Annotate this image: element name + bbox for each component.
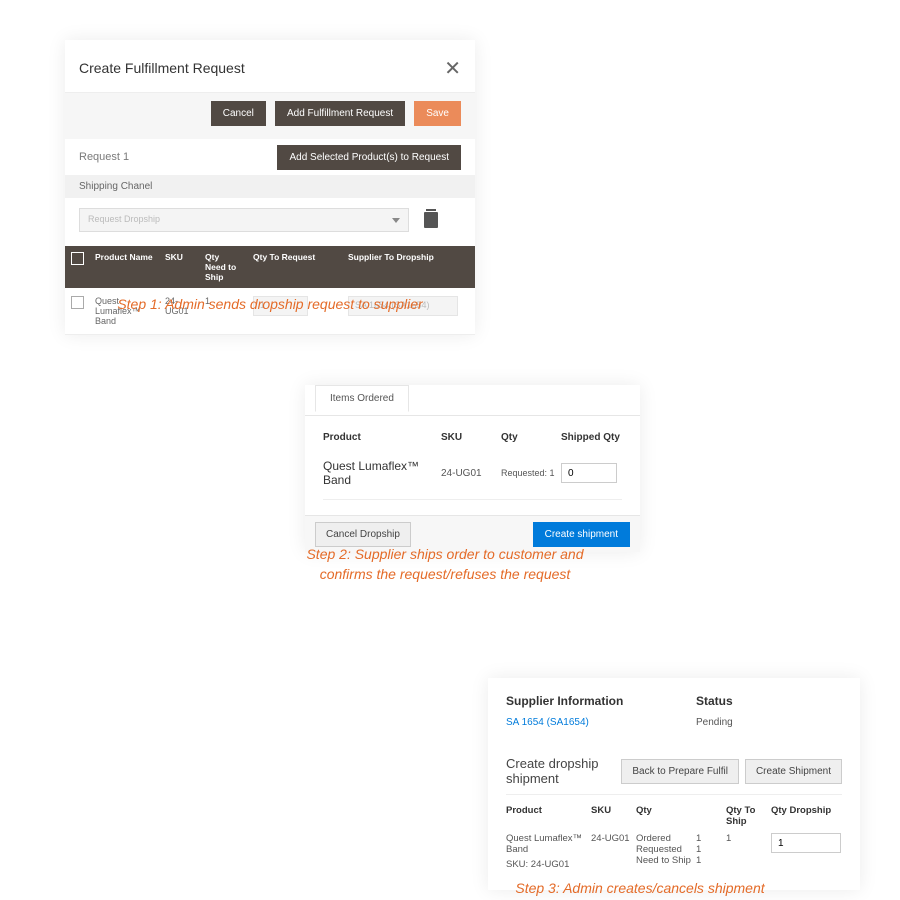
table-row: Quest Lumaflex™ Band 24-UG01 Requested: … xyxy=(323,449,622,500)
cell-product-name: Quest Lumaflex™ Band xyxy=(323,459,441,487)
add-selected-products-button[interactable]: Add Selected Product(s) to Request xyxy=(277,145,461,170)
cell-qty-breakdown: Ordered1 Requested1 Need to Ship1 xyxy=(636,833,726,870)
th-qty-request: Qty To Request xyxy=(247,246,342,288)
shipping-channel-label: Shipping Chanel xyxy=(65,175,475,198)
qty-dropship-input[interactable] xyxy=(771,833,841,853)
qty-value-requested: 1 xyxy=(696,844,716,855)
cell-sku: 24-UG01 xyxy=(591,833,636,870)
qty-label-need-ship: Need to Ship xyxy=(636,855,696,866)
panel-step1: Create Fulfillment Request ✕ Cancel Add … xyxy=(65,40,475,335)
qty-value-need-ship: 1 xyxy=(696,855,716,866)
shipping-channel-select[interactable]: Request Dropship xyxy=(79,208,409,232)
th-supplier: Supplier To Dropship xyxy=(342,246,475,288)
step2-caption-line1: Step 2: Supplier ships order to customer… xyxy=(0,546,895,562)
cell-product-name: Quest Lumaflex™ Band xyxy=(506,833,591,855)
th-product: Product xyxy=(506,805,591,827)
shipped-qty-input[interactable] xyxy=(561,463,617,483)
create-shipment-button[interactable]: Create Shipment xyxy=(745,759,842,784)
th-qty-to-ship: Qty To Ship xyxy=(726,805,771,827)
th-product: Product Name xyxy=(89,246,159,288)
create-shipment-bar: Create dropship shipment Back to Prepare… xyxy=(506,756,842,795)
th-qty-dropship: Qty Dropship xyxy=(771,805,842,827)
th-sku: SKU xyxy=(591,805,636,827)
items-table-header: Product SKU Qty Shipped Qty xyxy=(323,432,622,443)
th-sku: SKU xyxy=(441,432,501,443)
modal-toolbar: Cancel Add Fulfillment Request Save xyxy=(65,93,475,139)
th-qty-need: Qty Need to Ship xyxy=(199,246,247,288)
request-number-label: Request 1 xyxy=(79,151,129,163)
cancel-dropship-button[interactable]: Cancel Dropship xyxy=(315,522,411,547)
close-icon[interactable]: ✕ xyxy=(444,56,461,81)
th-shipped-qty: Shipped Qty xyxy=(561,432,622,443)
create-shipment-title: Create dropship shipment xyxy=(506,756,621,786)
step2-caption-line2: confirms the request/refuses the request xyxy=(0,566,895,582)
shipment-table-header: Product SKU Qty Qty To Ship Qty Dropship xyxy=(506,795,842,833)
request-header: Request 1 Add Selected Product(s) to Req… xyxy=(65,139,475,175)
create-shipment-button[interactable]: Create shipment xyxy=(533,522,630,547)
th-qty: Qty xyxy=(501,432,561,443)
supplier-info-heading: Supplier Information xyxy=(506,694,696,708)
save-button[interactable]: Save xyxy=(414,101,461,126)
modal-header: Create Fulfillment Request ✕ xyxy=(65,40,475,93)
panel-step3: Supplier Information SA 1654 (SA1654) St… xyxy=(488,678,860,890)
tabbar: Items Ordered xyxy=(305,385,640,416)
th-qty: Qty xyxy=(636,805,726,827)
th-product: Product xyxy=(323,432,441,443)
tab-items-ordered[interactable]: Items Ordered xyxy=(315,385,409,412)
qty-label-requested: Requested xyxy=(636,844,696,855)
modal-title: Create Fulfillment Request xyxy=(79,60,245,76)
status-value: Pending xyxy=(696,717,733,728)
panel-step2: Items Ordered Product SKU Qty Shipped Qt… xyxy=(305,385,640,552)
step3-caption: Step 3: Admin creates/cancels shipment xyxy=(190,880,900,896)
products-table-header: Product Name SKU Qty Need to Ship Qty To… xyxy=(65,246,475,288)
status-heading: Status xyxy=(696,694,842,708)
cell-qty-to-ship: 1 xyxy=(726,833,771,870)
cancel-button[interactable]: Cancel xyxy=(211,101,266,126)
cell-qty: Requested: 1 xyxy=(501,468,561,478)
supplier-link[interactable]: SA 1654 (SA1654) xyxy=(506,717,589,728)
add-fulfillment-request-button[interactable]: Add Fulfillment Request xyxy=(275,101,405,126)
cell-sku: 24-UG01 xyxy=(441,468,501,479)
step1-caption: Step 1: Admin sends dropship request to … xyxy=(0,296,720,312)
info-row: Supplier Information SA 1654 (SA1654) St… xyxy=(506,694,842,728)
qty-label-ordered: Ordered xyxy=(636,833,696,844)
qty-value-ordered: 1 xyxy=(696,833,716,844)
cell-sku-text: SKU: 24-UG01 xyxy=(506,859,591,870)
shipping-channel-body: Request Dropship xyxy=(65,198,475,246)
th-sku: SKU xyxy=(159,246,199,288)
delete-icon[interactable] xyxy=(424,212,438,228)
back-button[interactable]: Back to Prepare Fulfil xyxy=(621,759,739,784)
table-row: Quest Lumaflex™ Band SKU: 24-UG01 24-UG0… xyxy=(506,833,842,870)
select-all-checkbox[interactable] xyxy=(71,252,84,265)
